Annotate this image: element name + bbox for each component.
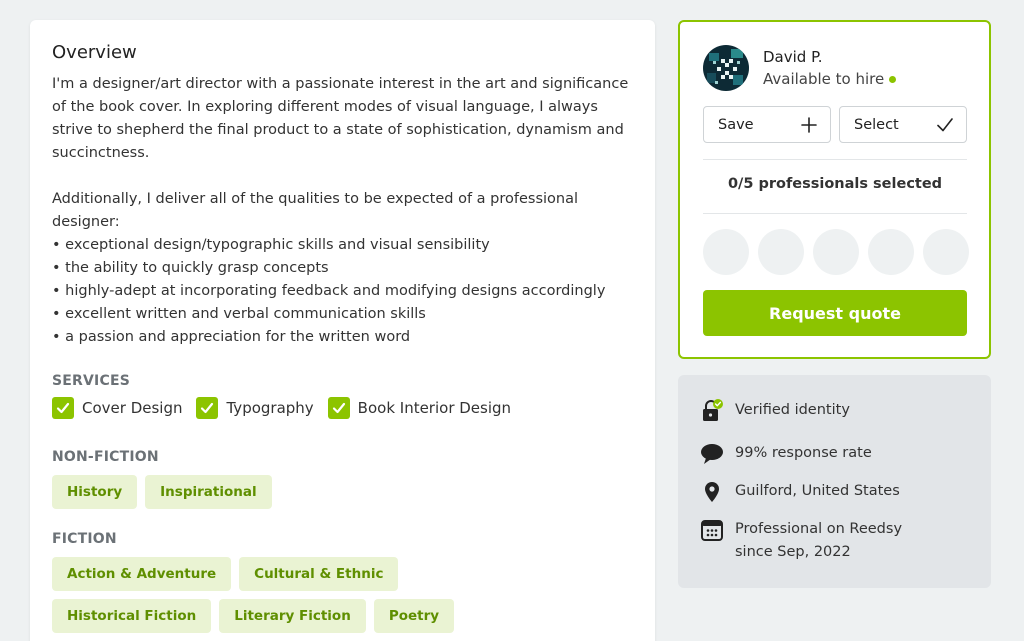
speech-bubble-icon	[700, 442, 724, 466]
bio: I'm a designer/art director with a passi…	[52, 73, 633, 349]
bio-bullet: • the ability to quickly grasp concepts	[52, 260, 329, 276]
bio-bullet: • excellent written and verbal communica…	[52, 306, 426, 322]
lock-check-icon	[700, 399, 724, 423]
service-label: Typography	[226, 399, 314, 417]
genre-tag[interactable]: Poetry	[373, 599, 455, 633]
overview-title: Overview	[52, 42, 137, 63]
empty-slot	[868, 229, 914, 275]
checkbox-checked-icon	[52, 397, 74, 419]
services-label: SERVICES	[52, 373, 130, 389]
map-pin-icon	[700, 480, 724, 504]
bio-bullet: • highly-adept at incorporating feedback…	[52, 283, 606, 299]
service-label: Book Interior Design	[357, 399, 512, 417]
fiction-tags: Action & Adventure Cultural & Ethnic His…	[52, 557, 532, 633]
availability-status: Available to hire	[763, 70, 897, 88]
location-text: Guilford, United States	[735, 483, 900, 499]
divider	[703, 159, 967, 160]
divider	[703, 213, 967, 214]
bio-bullet: • exceptional design/typographic skills …	[52, 237, 490, 253]
request-quote-button[interactable]: Request quote	[703, 290, 967, 336]
genre-tag[interactable]: Inspirational	[145, 475, 272, 509]
bio-bullet: • a passion and appreciation for the wri…	[52, 329, 411, 345]
selected-slots	[703, 229, 969, 275]
status-dot-icon	[889, 75, 897, 83]
verified-identity-text: Verified identity	[735, 402, 850, 418]
empty-slot	[923, 229, 969, 275]
info-card: Verified identity 99% response rate Guil…	[678, 375, 991, 588]
checkbox-checked-icon	[327, 397, 350, 419]
service-item: Book Interior Design	[327, 397, 512, 419]
genre-tag[interactable]: Historical Fiction	[52, 599, 212, 633]
genre-tag[interactable]: Literary Fiction	[219, 599, 366, 633]
avatar[interactable]	[703, 45, 749, 91]
professional-since-row: Professional on Reedsy since Sep, 2022	[700, 518, 902, 564]
profile-text: David P. Available to hire	[763, 48, 897, 88]
nonfiction-tags: History Inspirational	[52, 475, 532, 509]
empty-slot	[813, 229, 859, 275]
checkmark-icon	[937, 117, 953, 131]
empty-slot	[703, 229, 749, 275]
genre-tag[interactable]: Action & Adventure	[52, 557, 232, 591]
genre-tag[interactable]: Cultural & Ethnic	[239, 557, 399, 591]
professional-line: Professional on Reedsy	[735, 521, 903, 537]
hire-card: David P. Available to hire Save Select 0…	[678, 20, 991, 359]
availability-label: Available to hire	[763, 70, 885, 88]
selected-count: 0/5 professionals selected	[727, 176, 943, 192]
save-button[interactable]: Save	[703, 106, 831, 143]
select-button[interactable]: Select	[839, 106, 967, 143]
nonfiction-label: NON-FICTION	[52, 449, 159, 465]
response-rate-text: 99% response rate	[735, 445, 872, 461]
fiction-label: FICTION	[52, 531, 117, 547]
profile-row: David P. Available to hire	[703, 45, 897, 91]
since-date: since Sep, 2022	[735, 544, 851, 560]
service-label: Cover Design	[82, 399, 183, 417]
service-item: Typography	[196, 397, 314, 419]
bio-paragraph: I'm a designer/art director with a passi…	[52, 76, 629, 161]
service-item: Cover Design	[52, 397, 182, 419]
overview-card: Overview I'm a designer/art director wit…	[30, 20, 655, 641]
services-list: Cover Design Typography Book Interior De…	[52, 397, 633, 419]
save-label: Save	[718, 116, 754, 133]
select-label: Select	[854, 116, 899, 133]
verified-identity-row: Verified identity	[700, 399, 850, 423]
calendar-icon	[700, 518, 724, 542]
bio-paragraph: Additionally, I deliver all of the quali…	[52, 191, 579, 230]
empty-slot	[758, 229, 804, 275]
plus-icon	[801, 116, 817, 133]
genre-tag[interactable]: History	[52, 475, 138, 509]
profile-name[interactable]: David P.	[763, 48, 896, 66]
professional-since-text: Professional on Reedsy since Sep, 2022	[735, 518, 902, 564]
checkbox-checked-icon	[196, 397, 219, 419]
location-row: Guilford, United States	[700, 480, 900, 504]
action-buttons: Save Select	[703, 106, 967, 143]
response-rate-row: 99% response rate	[700, 442, 872, 466]
